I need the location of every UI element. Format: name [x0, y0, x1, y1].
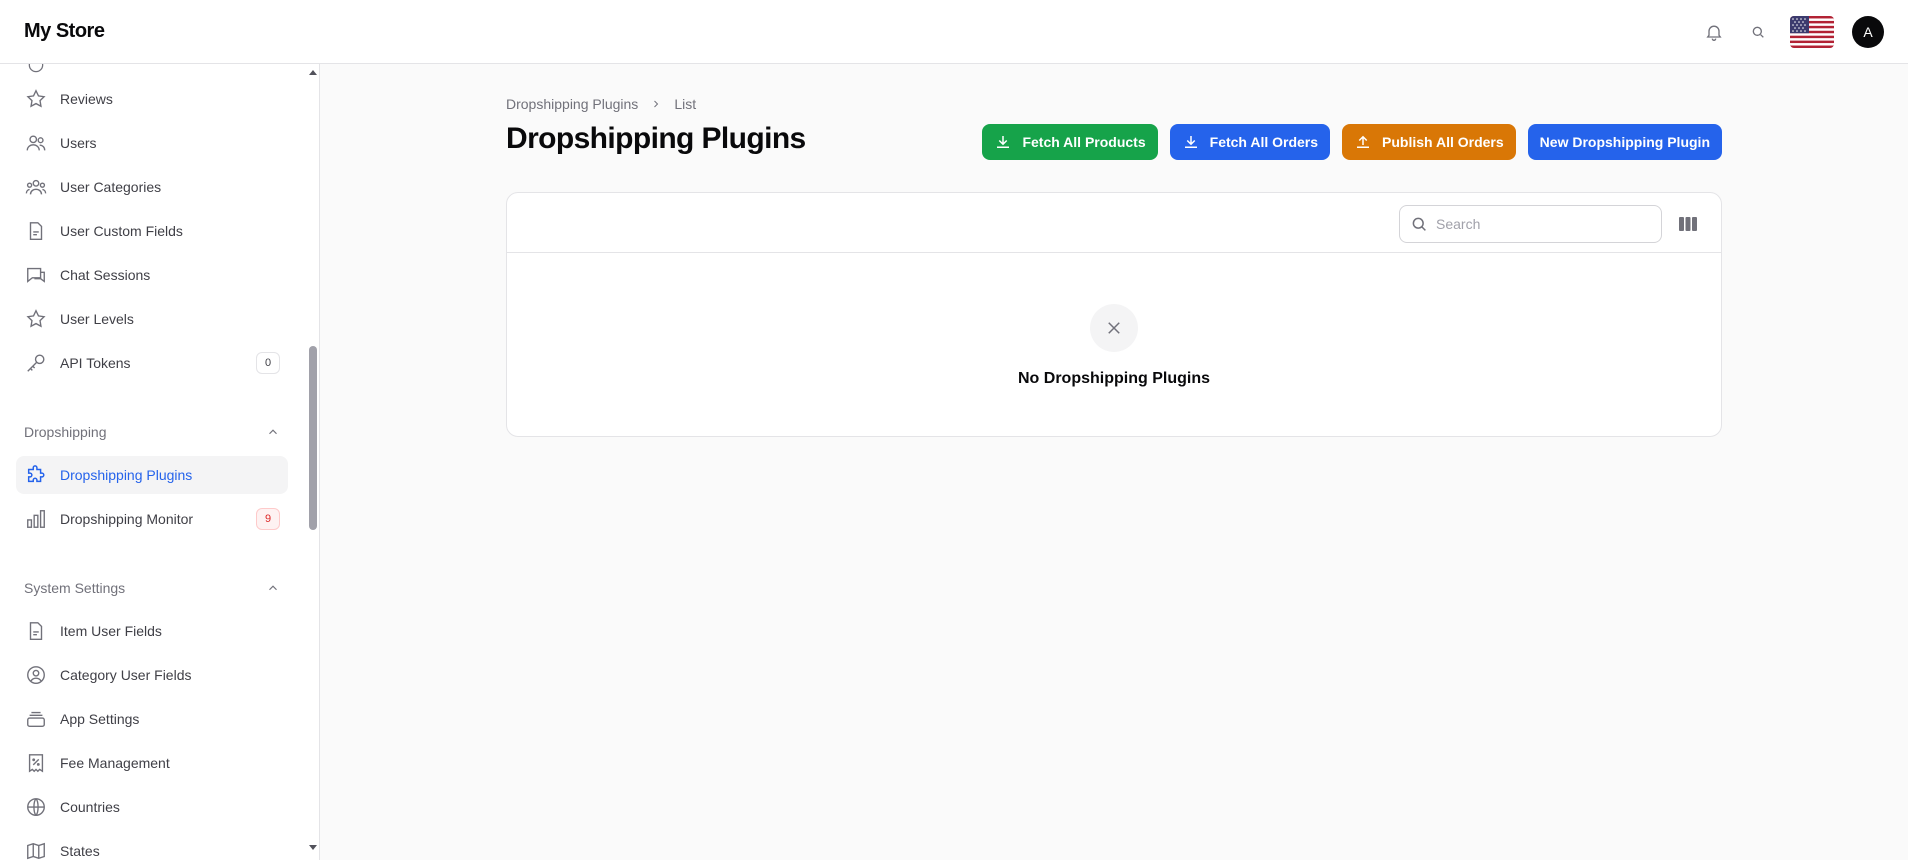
bell-icon [1706, 25, 1722, 41]
fetch-all-orders-button[interactable]: Fetch All Orders [1169, 124, 1331, 160]
sidebar-item-label: App Settings [60, 711, 140, 727]
table-toolbar [507, 193, 1721, 253]
sidebar-item-countries[interactable]: Countries [16, 788, 288, 826]
chevron-up-icon [269, 429, 277, 435]
breadcrumb: Dropshipping Plugins List [506, 96, 696, 112]
breadcrumb-current: List [674, 96, 697, 112]
sidebar-item-label: Fee Management [60, 755, 170, 771]
group-label: System Settings [24, 580, 126, 596]
publish-all-orders-button[interactable]: Publish All Orders [1342, 124, 1516, 160]
search-input[interactable] [1436, 216, 1636, 232]
search-icon [1412, 217, 1426, 231]
document-icon [24, 619, 48, 643]
chevron-right-icon [654, 100, 659, 108]
sidebar-item-chat-sessions[interactable]: Chat Sessions [16, 256, 288, 294]
map-icon [24, 839, 48, 860]
sidebar-item-category-user-fields[interactable]: Category User Fields [16, 656, 288, 694]
sidebar-item-api-tokens[interactable]: API Tokens 0 [16, 344, 288, 382]
header-actions: Fetch All Products Fetch All Orders Publ… [982, 124, 1722, 160]
button-label: New Dropshipping Plugin [1539, 134, 1710, 150]
user-circle-icon [24, 663, 48, 687]
view-columns-icon [1679, 217, 1697, 231]
us-flag-icon [1790, 15, 1834, 48]
globe-icon [24, 795, 48, 819]
key-icon [24, 351, 48, 375]
sidebar-item-label: Chat Sessions [60, 267, 151, 283]
count-badge: 9 [256, 508, 280, 530]
language-flag-button[interactable] [1790, 15, 1834, 48]
count-badge: 0 [256, 352, 280, 374]
brand-logo[interactable]: My Store [24, 20, 105, 43]
star-icon [24, 87, 48, 111]
sidebar-item-app-settings[interactable]: App Settings [16, 700, 288, 738]
chat-icon [24, 263, 48, 287]
sidebar-item-label: States [60, 843, 100, 859]
sidebar-item-states[interactable]: States [16, 832, 288, 860]
sidebar: Reviews Users User Categories User Custo… [0, 64, 320, 860]
button-label: Fetch All Products [1022, 134, 1146, 150]
scroll-up-arrow-icon[interactable] [308, 68, 318, 76]
sidebar-item-label: User Custom Fields [60, 223, 183, 239]
sidebar-item-user-categories[interactable]: User Categories [16, 168, 288, 206]
x-mark-icon [1108, 321, 1120, 334]
users-icon [24, 131, 48, 155]
user-group-icon [24, 175, 48, 199]
search-field[interactable] [1399, 205, 1662, 243]
chevron-up-icon [269, 585, 277, 591]
sidebar-item-label: Countries [60, 799, 120, 815]
sidebar-item-user-levels[interactable]: User Levels [16, 300, 288, 338]
sidebar-item-label: Users [60, 135, 97, 151]
empty-state-icon-wrap [1090, 303, 1138, 352]
stack-icon [24, 707, 48, 731]
fetch-all-products-button[interactable]: Fetch All Products [982, 124, 1158, 160]
download-icon [1182, 133, 1200, 151]
plugins-table: No Dropshipping Plugins [506, 192, 1722, 437]
document-icon [24, 219, 48, 243]
user-avatar[interactable]: A [1852, 15, 1884, 48]
sidebar-item-user-custom-fields[interactable]: User Custom Fields [16, 212, 288, 250]
upload-icon [1354, 133, 1372, 151]
chart-bar-icon [24, 507, 48, 531]
top-bar-actions: A [1692, 10, 1884, 54]
scroll-down-arrow-icon[interactable] [308, 844, 318, 852]
group-label: Dropshipping [24, 424, 107, 440]
sidebar-item-dropshipping-plugins[interactable]: Dropshipping Plugins [16, 456, 288, 494]
sidebar-group-dropshipping[interactable]: Dropshipping [24, 420, 280, 444]
sidebar-item-label: Dropshipping Plugins [60, 467, 193, 483]
sidebar-item-users[interactable]: Users [16, 124, 288, 162]
sidebar-item-label: API Tokens [60, 355, 131, 371]
sidebar-item-dropshipping-monitor[interactable]: Dropshipping Monitor 9 [16, 500, 288, 538]
partial-icon [24, 64, 48, 77]
sidebar-item-label: Reviews [60, 91, 113, 107]
scrollbar-thumb[interactable] [309, 346, 317, 530]
sidebar-item-label: Category User Fields [60, 667, 192, 683]
search-button[interactable] [1736, 10, 1780, 54]
page-title: Dropshipping Plugins [506, 122, 806, 155]
column-toggle-button[interactable] [1677, 213, 1699, 235]
sidebar-item-label: Item User Fields [60, 623, 162, 639]
button-label: Publish All Orders [1382, 134, 1504, 150]
puzzle-icon [24, 463, 48, 487]
empty-state-text: No Dropshipping Plugins [1018, 369, 1210, 387]
sidebar-item-fee-management[interactable]: Fee Management [16, 744, 288, 782]
search-icon [1752, 26, 1764, 38]
new-dropshipping-plugin-button[interactable]: New Dropshipping Plugin [1527, 124, 1722, 160]
notifications-button[interactable] [1692, 10, 1736, 54]
breadcrumb-link[interactable]: Dropshipping Plugins [506, 96, 638, 112]
sidebar-scrollbar[interactable] [306, 64, 320, 860]
sidebar-group-system-settings[interactable]: System Settings [24, 576, 280, 600]
sidebar-item-label: User Levels [60, 311, 134, 327]
sidebar-item-label: Dropshipping Monitor [60, 511, 194, 527]
empty-state: No Dropshipping Plugins [507, 253, 1721, 438]
button-label: Fetch All Orders [1209, 134, 1319, 150]
top-bar: My Store A [0, 0, 1908, 64]
star-icon [24, 307, 48, 331]
sidebar-item-label: User Categories [60, 179, 162, 195]
download-icon [994, 133, 1012, 151]
sidebar-item-item-user-fields[interactable]: Item User Fields [16, 612, 288, 650]
sidebar-item-reviews[interactable]: Reviews [16, 80, 288, 118]
receipt-percent-icon [24, 751, 48, 775]
